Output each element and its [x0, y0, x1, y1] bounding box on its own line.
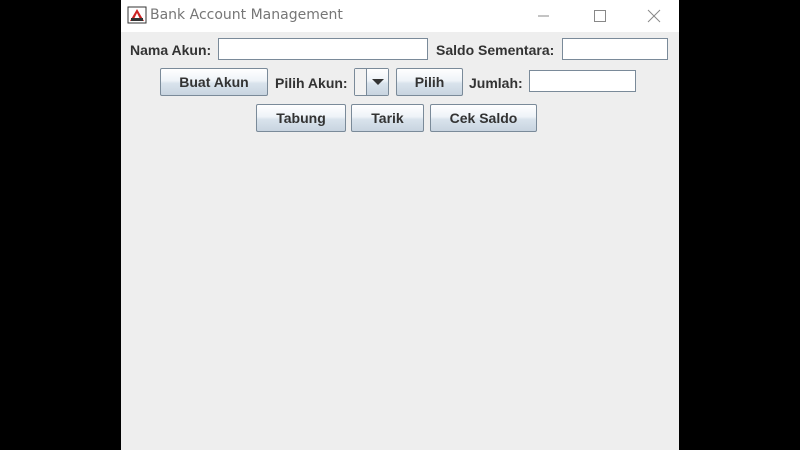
- pilih-akun-select[interactable]: [354, 68, 389, 96]
- java-app-icon: [127, 5, 147, 25]
- window-title: Bank Account Management: [150, 7, 343, 23]
- minimize-icon: [538, 15, 549, 17]
- cek-saldo-button[interactable]: Cek Saldo: [430, 104, 537, 132]
- close-button[interactable]: [631, 0, 677, 32]
- app-window: Bank Account Management Nama Akun: Saldo…: [121, 0, 679, 450]
- maximize-button[interactable]: [577, 0, 623, 32]
- jumlah-input[interactable]: [529, 70, 636, 92]
- nama-akun-label: Nama Akun:: [130, 42, 212, 58]
- close-icon: [647, 9, 661, 23]
- chevron-down-icon: [371, 78, 384, 85]
- saldo-sementara-label: Saldo Sementara:: [436, 42, 555, 58]
- buat-akun-button[interactable]: Buat Akun: [160, 68, 268, 96]
- maximize-icon: [594, 10, 606, 22]
- tarik-button[interactable]: Tarik: [351, 104, 424, 132]
- nama-akun-input[interactable]: [218, 38, 428, 60]
- tabung-button[interactable]: Tabung: [256, 104, 346, 132]
- pilih-akun-selected-value: [355, 69, 367, 95]
- pilih-akun-label: Pilih Akun:: [275, 75, 348, 91]
- minimize-button[interactable]: [521, 0, 567, 32]
- saldo-sementara-input[interactable]: [562, 38, 668, 60]
- pilih-button[interactable]: Pilih: [396, 68, 463, 96]
- jumlah-label: Jumlah:: [469, 75, 523, 91]
- dropdown-arrow-button[interactable]: [367, 69, 388, 95]
- title-bar: Bank Account Management: [121, 0, 679, 32]
